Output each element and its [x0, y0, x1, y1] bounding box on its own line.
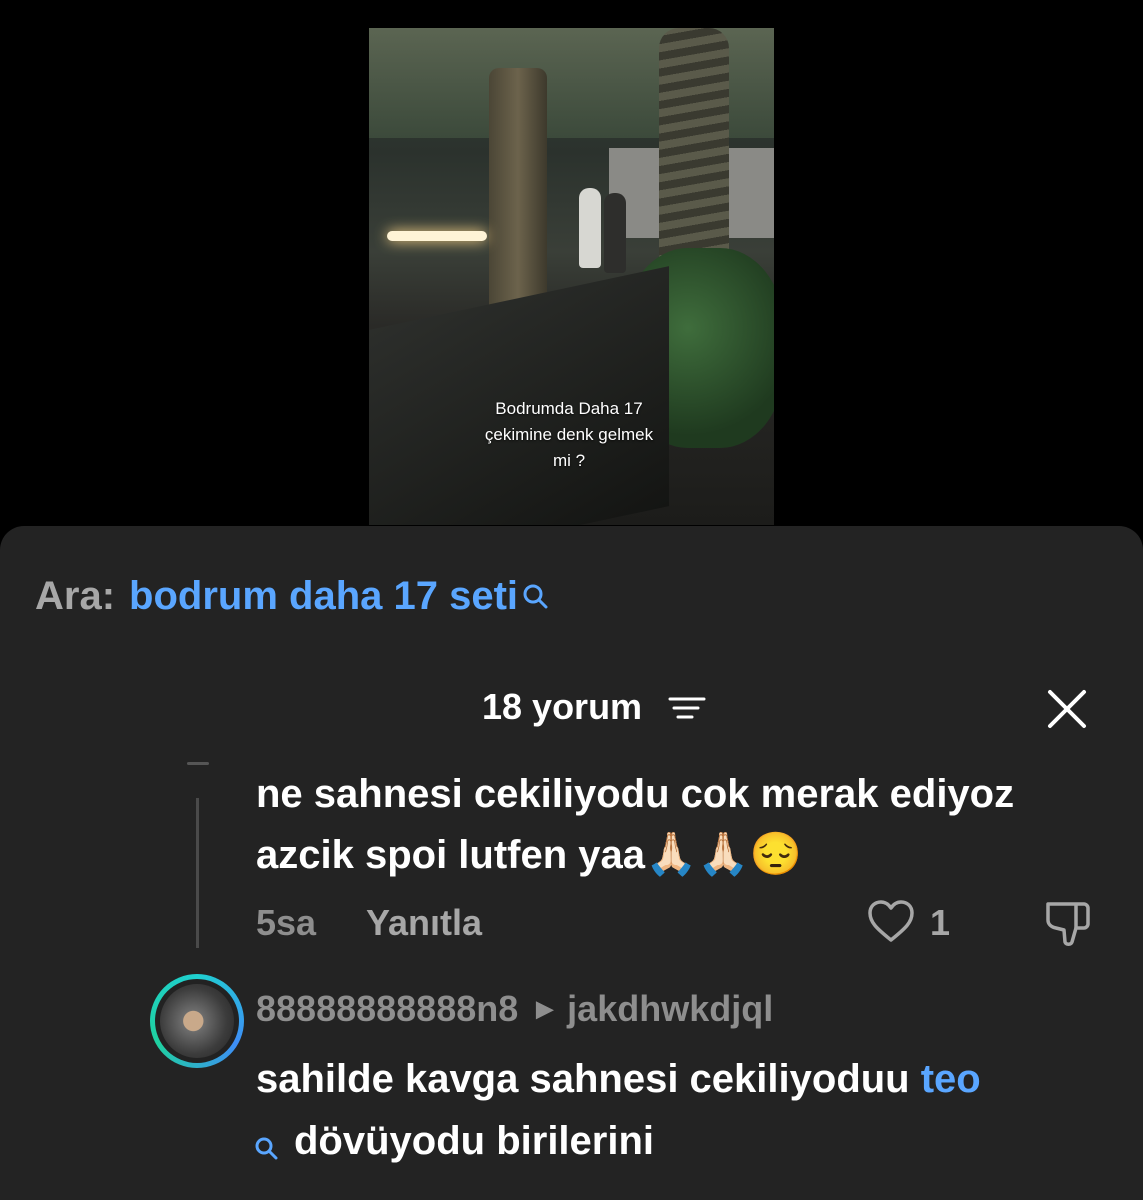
- reply-button[interactable]: Yanıtla: [366, 902, 482, 944]
- mention-link[interactable]: teo: [921, 1057, 981, 1101]
- replied-to-username[interactable]: jakdhwkdjql: [567, 988, 773, 1030]
- reply-thread-line: [196, 798, 199, 948]
- comment-username[interactable]: 88888888888n8: [256, 988, 518, 1030]
- video-caption: Bodrumda Daha 17 çekimine denk gelmek mi…: [449, 396, 689, 474]
- thread-line-cap: [187, 762, 209, 765]
- search-suggestion[interactable]: Ara: bodrum daha 17 seti: [35, 574, 548, 619]
- comment-author-row: 88888888888n8 ▶ jakdhwkdjql: [256, 988, 773, 1030]
- close-icon[interactable]: [1044, 686, 1090, 732]
- caption-line: Bodrumda Daha 17: [495, 399, 643, 418]
- comment-meta-row: 5sa Yanıtla 1: [256, 898, 1116, 948]
- sort-lines-icon[interactable]: [668, 694, 708, 724]
- comment-count-title: 18 yorum: [482, 686, 643, 727]
- comments-header: 18 yorum: [0, 686, 1143, 730]
- video-person: [579, 188, 601, 268]
- caption-line: çekimine denk gelmek: [484, 425, 654, 444]
- comment-emojis: 🙏🏻🙏🏻😔: [645, 830, 802, 877]
- search-prefix: Ara:: [35, 574, 116, 618]
- caption-line: mi ?: [552, 451, 586, 470]
- like-count: 1: [930, 902, 951, 943]
- comment-text: ne sahnesi cekiliyodu cok merak ediyoz a…: [256, 764, 1096, 885]
- reply-arrow-icon: ▶: [536, 996, 554, 1021]
- user-avatar[interactable]: [150, 974, 244, 1068]
- comment-body: dövüyodu birilerini: [294, 1119, 655, 1163]
- comment-timestamp: 5sa: [256, 902, 317, 943]
- search-icon[interactable]: [254, 1116, 278, 1160]
- heart-icon[interactable]: [866, 898, 916, 946]
- video-person: [604, 193, 626, 273]
- comment-body: sahilde kavga sahnesi cekiliyoduu: [256, 1057, 921, 1101]
- avatar-photo: [160, 984, 234, 1058]
- video-light: [387, 231, 487, 241]
- comment-text: sahilde kavga sahnesi cekiliyoduu teo dö…: [254, 1048, 1116, 1172]
- thumbs-down-icon[interactable]: [1042, 898, 1094, 948]
- comment-body: ne sahnesi cekiliyodu cok merak ediyoz a…: [256, 772, 1015, 877]
- comments-sheet: Ara: bodrum daha 17 seti 18 yorum ne sah…: [0, 526, 1143, 1200]
- search-term-link[interactable]: bodrum daha 17 seti: [129, 574, 518, 619]
- video-player[interactable]: Bodrumda Daha 17 çekimine denk gelmek mi…: [369, 28, 774, 525]
- search-icon: [522, 574, 548, 608]
